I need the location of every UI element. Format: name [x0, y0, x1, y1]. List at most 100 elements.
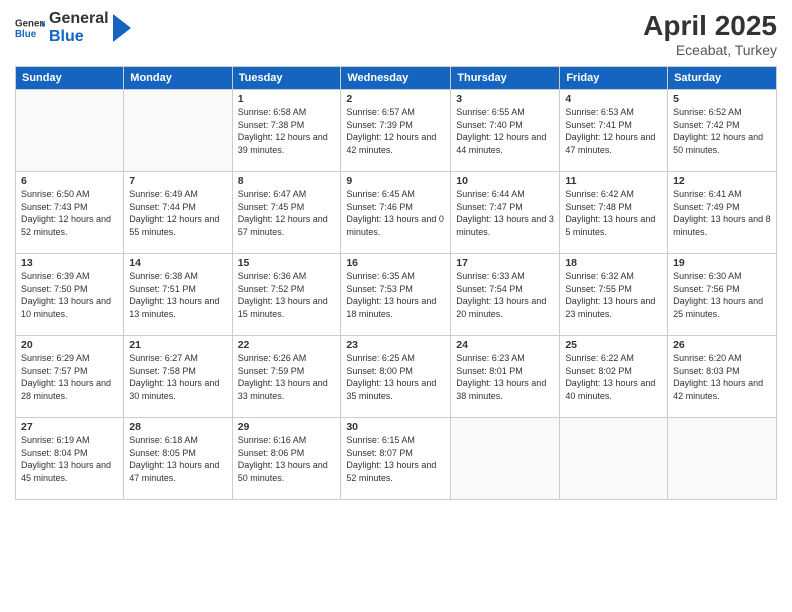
col-wednesday: Wednesday — [341, 67, 451, 90]
day-info: Sunrise: 6:26 AM Sunset: 7:59 PM Dayligh… — [238, 352, 336, 402]
day-info: Sunrise: 6:33 AM Sunset: 7:54 PM Dayligh… — [456, 270, 554, 320]
table-row: 28Sunrise: 6:18 AM Sunset: 8:05 PM Dayli… — [124, 418, 232, 500]
title-block: April 2025 Eceabat, Turkey — [643, 10, 777, 58]
table-row: 3Sunrise: 6:55 AM Sunset: 7:40 PM Daylig… — [451, 90, 560, 172]
svg-text:General: General — [15, 18, 45, 29]
day-number: 17 — [456, 257, 554, 269]
day-info: Sunrise: 6:25 AM Sunset: 8:00 PM Dayligh… — [346, 352, 445, 402]
day-number: 19 — [673, 257, 771, 269]
day-number: 10 — [456, 175, 554, 187]
day-info: Sunrise: 6:41 AM Sunset: 7:49 PM Dayligh… — [673, 188, 771, 238]
table-row: 11Sunrise: 6:42 AM Sunset: 7:48 PM Dayli… — [560, 172, 668, 254]
table-row: 4Sunrise: 6:53 AM Sunset: 7:41 PM Daylig… — [560, 90, 668, 172]
svg-text:Blue: Blue — [15, 29, 37, 40]
table-row: 14Sunrise: 6:38 AM Sunset: 7:51 PM Dayli… — [124, 254, 232, 336]
day-number: 23 — [346, 339, 445, 351]
table-row: 22Sunrise: 6:26 AM Sunset: 7:59 PM Dayli… — [232, 336, 341, 418]
table-row: 16Sunrise: 6:35 AM Sunset: 7:53 PM Dayli… — [341, 254, 451, 336]
day-info: Sunrise: 6:45 AM Sunset: 7:46 PM Dayligh… — [346, 188, 445, 238]
table-row: 2Sunrise: 6:57 AM Sunset: 7:39 PM Daylig… — [341, 90, 451, 172]
table-row: 18Sunrise: 6:32 AM Sunset: 7:55 PM Dayli… — [560, 254, 668, 336]
day-number: 25 — [565, 339, 662, 351]
day-number: 12 — [673, 175, 771, 187]
day-number: 15 — [238, 257, 336, 269]
day-number: 7 — [129, 175, 226, 187]
day-info: Sunrise: 6:47 AM Sunset: 7:45 PM Dayligh… — [238, 188, 336, 238]
day-info: Sunrise: 6:49 AM Sunset: 7:44 PM Dayligh… — [129, 188, 226, 238]
day-info: Sunrise: 6:53 AM Sunset: 7:41 PM Dayligh… — [565, 106, 662, 156]
table-row: 29Sunrise: 6:16 AM Sunset: 8:06 PM Dayli… — [232, 418, 341, 500]
col-saturday: Saturday — [668, 67, 777, 90]
day-info: Sunrise: 6:29 AM Sunset: 7:57 PM Dayligh… — [21, 352, 118, 402]
day-info: Sunrise: 6:44 AM Sunset: 7:47 PM Dayligh… — [456, 188, 554, 238]
calendar-week-row: 27Sunrise: 6:19 AM Sunset: 8:04 PM Dayli… — [16, 418, 777, 500]
table-row: 12Sunrise: 6:41 AM Sunset: 7:49 PM Dayli… — [668, 172, 777, 254]
header: General Blue General Blue April 2025 Ece… — [15, 10, 777, 58]
day-number: 8 — [238, 175, 336, 187]
day-number: 3 — [456, 93, 554, 105]
day-number: 6 — [21, 175, 118, 187]
logo-arrow-icon — [113, 14, 131, 42]
calendar-week-row: 6Sunrise: 6:50 AM Sunset: 7:43 PM Daylig… — [16, 172, 777, 254]
day-info: Sunrise: 6:36 AM Sunset: 7:52 PM Dayligh… — [238, 270, 336, 320]
table-row — [560, 418, 668, 500]
table-row: 7Sunrise: 6:49 AM Sunset: 7:44 PM Daylig… — [124, 172, 232, 254]
calendar-table: Sunday Monday Tuesday Wednesday Thursday… — [15, 66, 777, 500]
calendar-week-row: 20Sunrise: 6:29 AM Sunset: 7:57 PM Dayli… — [16, 336, 777, 418]
day-info: Sunrise: 6:58 AM Sunset: 7:38 PM Dayligh… — [238, 106, 336, 156]
col-thursday: Thursday — [451, 67, 560, 90]
table-row — [16, 90, 124, 172]
table-row: 25Sunrise: 6:22 AM Sunset: 8:02 PM Dayli… — [560, 336, 668, 418]
day-number: 30 — [346, 421, 445, 433]
table-row: 1Sunrise: 6:58 AM Sunset: 7:38 PM Daylig… — [232, 90, 341, 172]
day-info: Sunrise: 6:30 AM Sunset: 7:56 PM Dayligh… — [673, 270, 771, 320]
day-number: 18 — [565, 257, 662, 269]
col-sunday: Sunday — [16, 67, 124, 90]
day-info: Sunrise: 6:57 AM Sunset: 7:39 PM Dayligh… — [346, 106, 445, 156]
day-number: 9 — [346, 175, 445, 187]
table-row: 23Sunrise: 6:25 AM Sunset: 8:00 PM Dayli… — [341, 336, 451, 418]
day-number: 4 — [565, 93, 662, 105]
table-row — [451, 418, 560, 500]
day-number: 21 — [129, 339, 226, 351]
table-row: 27Sunrise: 6:19 AM Sunset: 8:04 PM Dayli… — [16, 418, 124, 500]
day-info: Sunrise: 6:15 AM Sunset: 8:07 PM Dayligh… — [346, 434, 445, 484]
table-row: 20Sunrise: 6:29 AM Sunset: 7:57 PM Dayli… — [16, 336, 124, 418]
page: General Blue General Blue April 2025 Ece… — [0, 0, 792, 612]
day-info: Sunrise: 6:38 AM Sunset: 7:51 PM Dayligh… — [129, 270, 226, 320]
table-row: 19Sunrise: 6:30 AM Sunset: 7:56 PM Dayli… — [668, 254, 777, 336]
table-row: 21Sunrise: 6:27 AM Sunset: 7:58 PM Dayli… — [124, 336, 232, 418]
table-row — [668, 418, 777, 500]
day-info: Sunrise: 6:19 AM Sunset: 8:04 PM Dayligh… — [21, 434, 118, 484]
day-number: 2 — [346, 93, 445, 105]
calendar-week-row: 1Sunrise: 6:58 AM Sunset: 7:38 PM Daylig… — [16, 90, 777, 172]
table-row: 8Sunrise: 6:47 AM Sunset: 7:45 PM Daylig… — [232, 172, 341, 254]
col-tuesday: Tuesday — [232, 67, 341, 90]
day-info: Sunrise: 6:50 AM Sunset: 7:43 PM Dayligh… — [21, 188, 118, 238]
table-row: 10Sunrise: 6:44 AM Sunset: 7:47 PM Dayli… — [451, 172, 560, 254]
table-row: 17Sunrise: 6:33 AM Sunset: 7:54 PM Dayli… — [451, 254, 560, 336]
table-row — [124, 90, 232, 172]
day-number: 16 — [346, 257, 445, 269]
logo-general: General — [49, 10, 109, 28]
logo-blue: Blue — [49, 28, 109, 46]
logo-icon: General Blue — [15, 13, 45, 43]
day-info: Sunrise: 6:42 AM Sunset: 7:48 PM Dayligh… — [565, 188, 662, 238]
day-info: Sunrise: 6:16 AM Sunset: 8:06 PM Dayligh… — [238, 434, 336, 484]
day-number: 26 — [673, 339, 771, 351]
table-row: 26Sunrise: 6:20 AM Sunset: 8:03 PM Dayli… — [668, 336, 777, 418]
day-number: 13 — [21, 257, 118, 269]
day-number: 29 — [238, 421, 336, 433]
table-row: 6Sunrise: 6:50 AM Sunset: 7:43 PM Daylig… — [16, 172, 124, 254]
day-number: 20 — [21, 339, 118, 351]
month-title: April 2025 — [643, 10, 777, 42]
table-row: 5Sunrise: 6:52 AM Sunset: 7:42 PM Daylig… — [668, 90, 777, 172]
day-number: 27 — [21, 421, 118, 433]
day-info: Sunrise: 6:52 AM Sunset: 7:42 PM Dayligh… — [673, 106, 771, 156]
day-info: Sunrise: 6:32 AM Sunset: 7:55 PM Dayligh… — [565, 270, 662, 320]
day-info: Sunrise: 6:20 AM Sunset: 8:03 PM Dayligh… — [673, 352, 771, 402]
table-row: 24Sunrise: 6:23 AM Sunset: 8:01 PM Dayli… — [451, 336, 560, 418]
day-number: 24 — [456, 339, 554, 351]
day-info: Sunrise: 6:55 AM Sunset: 7:40 PM Dayligh… — [456, 106, 554, 156]
day-number: 5 — [673, 93, 771, 105]
